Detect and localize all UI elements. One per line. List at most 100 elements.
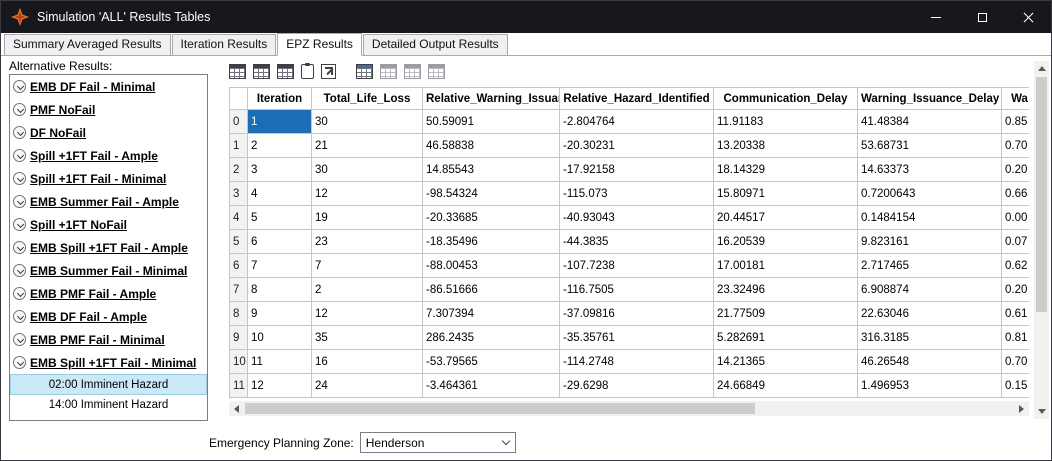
table-cell[interactable]: 0.85 bbox=[1001, 109, 1029, 134]
alternative-item[interactable]: EMB PMF Fail - Ample bbox=[10, 282, 207, 305]
table-cell[interactable]: 35 bbox=[311, 325, 423, 350]
chevron-down-circle-icon[interactable] bbox=[13, 218, 26, 231]
column-header[interactable]: Relative_Warning_Issuance bbox=[422, 87, 560, 110]
table-cell[interactable]: 21.77509 bbox=[713, 301, 858, 326]
table-cell[interactable]: 23.32496 bbox=[713, 277, 858, 302]
table-cell[interactable]: 23 bbox=[311, 229, 423, 254]
table-cell[interactable]: 41.48384 bbox=[857, 109, 1002, 134]
table-cell[interactable]: 3 bbox=[247, 157, 312, 182]
vertical-scrollbar[interactable] bbox=[1034, 61, 1049, 419]
table-cell[interactable]: -98.54324 bbox=[422, 181, 560, 206]
chevron-down-circle-icon[interactable] bbox=[13, 80, 26, 93]
row-index[interactable]: 11 bbox=[229, 373, 248, 398]
table-cell[interactable]: 50.59091 bbox=[422, 109, 560, 134]
table-cell[interactable]: 17.00181 bbox=[713, 253, 858, 278]
table-export-icon[interactable] bbox=[277, 64, 294, 79]
alternative-item[interactable]: EMB PMF Fail - Minimal bbox=[10, 328, 207, 351]
table-cell[interactable]: 2 bbox=[311, 277, 423, 302]
table-cell[interactable]: 10 bbox=[247, 325, 312, 350]
table-view-3-icon[interactable] bbox=[428, 64, 445, 79]
chevron-down-circle-icon[interactable] bbox=[13, 126, 26, 139]
table-cell[interactable]: 0.15 bbox=[1001, 373, 1029, 398]
table-cell[interactable]: 6 bbox=[247, 229, 312, 254]
chevron-down-circle-icon[interactable] bbox=[13, 172, 26, 185]
table-cell[interactable]: 11 bbox=[247, 349, 312, 374]
table-cell[interactable]: -3.464361 bbox=[422, 373, 560, 398]
table-cell[interactable]: -2.804764 bbox=[559, 109, 714, 134]
chevron-down-circle-icon[interactable] bbox=[13, 195, 26, 208]
minimize-button[interactable] bbox=[913, 1, 959, 33]
table-cell[interactable]: -44.3835 bbox=[559, 229, 714, 254]
row-index[interactable]: 1 bbox=[229, 133, 248, 158]
table-cell[interactable]: 9 bbox=[247, 301, 312, 326]
table-cell[interactable]: 53.68731 bbox=[857, 133, 1002, 158]
table-cell[interactable]: 7 bbox=[247, 253, 312, 278]
chevron-down-circle-icon[interactable] bbox=[13, 264, 26, 277]
table-cell[interactable]: -107.7238 bbox=[559, 253, 714, 278]
table-cell[interactable]: -40.93043 bbox=[559, 205, 714, 230]
table-icon[interactable] bbox=[229, 64, 246, 79]
table-cell[interactable]: 0.61 bbox=[1001, 301, 1029, 326]
chevron-down-circle-icon[interactable] bbox=[13, 103, 26, 116]
table-cell[interactable]: 1.496953 bbox=[857, 373, 1002, 398]
table-cell[interactable]: 0.66 bbox=[1001, 181, 1029, 206]
table-cell[interactable]: 18.14329 bbox=[713, 157, 858, 182]
row-index[interactable]: 4 bbox=[229, 205, 248, 230]
table-cell[interactable]: 0.20 bbox=[1001, 157, 1029, 182]
alternative-item[interactable]: EMB DF Fail - Minimal bbox=[10, 75, 207, 98]
row-index[interactable]: 7 bbox=[229, 277, 248, 302]
table-cell[interactable]: 46.26548 bbox=[857, 349, 1002, 374]
row-index[interactable]: 0 bbox=[229, 109, 248, 134]
tab-epz-results[interactable]: EPZ Results bbox=[277, 33, 362, 56]
table-cell[interactable]: 46.58838 bbox=[422, 133, 560, 158]
alternative-item[interactable]: EMB Spill +1FT Fail - Minimal bbox=[10, 351, 207, 374]
table-cell[interactable]: 16 bbox=[311, 349, 423, 374]
row-index[interactable]: 9 bbox=[229, 325, 248, 350]
table-cell[interactable]: 0.20 bbox=[1001, 277, 1029, 302]
table-cell[interactable]: 0.81 bbox=[1001, 325, 1029, 350]
column-header[interactable]: Relative_Hazard_Identified bbox=[559, 87, 714, 110]
table-cell[interactable]: 12 bbox=[311, 181, 423, 206]
table-cell[interactable]: 30 bbox=[311, 157, 423, 182]
column-header[interactable]: Communication_Delay bbox=[713, 87, 858, 110]
chevron-down-circle-icon[interactable] bbox=[13, 333, 26, 346]
table-cell[interactable]: 0.70 bbox=[1001, 133, 1029, 158]
table-cell[interactable]: -20.30231 bbox=[559, 133, 714, 158]
table-cell[interactable]: 5.282691 bbox=[713, 325, 858, 350]
table-cell[interactable]: -20.33685 bbox=[422, 205, 560, 230]
chevron-down-circle-icon[interactable] bbox=[13, 287, 26, 300]
table-cell[interactable]: 11.91183 bbox=[713, 109, 858, 134]
column-header[interactable]: Iteration bbox=[247, 87, 312, 110]
table-cell[interactable]: -86.51666 bbox=[422, 277, 560, 302]
table-view-1-icon[interactable] bbox=[380, 64, 397, 79]
alternative-item[interactable]: DF NoFail bbox=[10, 121, 207, 144]
table-cell[interactable]: 19 bbox=[311, 205, 423, 230]
table-cell[interactable]: 24.66849 bbox=[713, 373, 858, 398]
alternative-item[interactable]: EMB Summer Fail - Ample bbox=[10, 190, 207, 213]
table-view-2-icon[interactable] bbox=[404, 64, 421, 79]
table-cell[interactable]: -18.35496 bbox=[422, 229, 560, 254]
chevron-down-circle-icon[interactable] bbox=[13, 149, 26, 162]
table-hatch-icon[interactable] bbox=[253, 64, 270, 79]
table-cell[interactable]: -114.2748 bbox=[559, 349, 714, 374]
row-index[interactable]: 10 bbox=[229, 349, 248, 374]
table-cell[interactable]: 0.00 bbox=[1001, 205, 1029, 230]
open-external-icon[interactable] bbox=[321, 64, 336, 79]
table-cell[interactable]: 4 bbox=[247, 181, 312, 206]
table-cell[interactable]: 14.21365 bbox=[713, 349, 858, 374]
table-cell[interactable]: 7 bbox=[311, 253, 423, 278]
tab-detailed-output-results[interactable]: Detailed Output Results bbox=[362, 34, 508, 55]
chevron-down-circle-icon[interactable] bbox=[13, 310, 26, 323]
table-cell[interactable]: 0.1484154 bbox=[857, 205, 1002, 230]
row-index[interactable]: 6 bbox=[229, 253, 248, 278]
table-cell[interactable]: 5 bbox=[247, 205, 312, 230]
table-cell[interactable]: 14.63373 bbox=[857, 157, 1002, 182]
vertical-scrollbar-thumb[interactable] bbox=[1036, 77, 1047, 312]
table-cell[interactable]: 16.20539 bbox=[713, 229, 858, 254]
table-columns-icon[interactable] bbox=[356, 64, 373, 79]
table-cell[interactable]: 0.62 bbox=[1001, 253, 1029, 278]
table-cell[interactable]: 6.908874 bbox=[857, 277, 1002, 302]
table-cell[interactable]: 0.70 bbox=[1001, 349, 1029, 374]
table-cell[interactable]: -29.6298 bbox=[559, 373, 714, 398]
table-cell[interactable]: -17.92158 bbox=[559, 157, 714, 182]
